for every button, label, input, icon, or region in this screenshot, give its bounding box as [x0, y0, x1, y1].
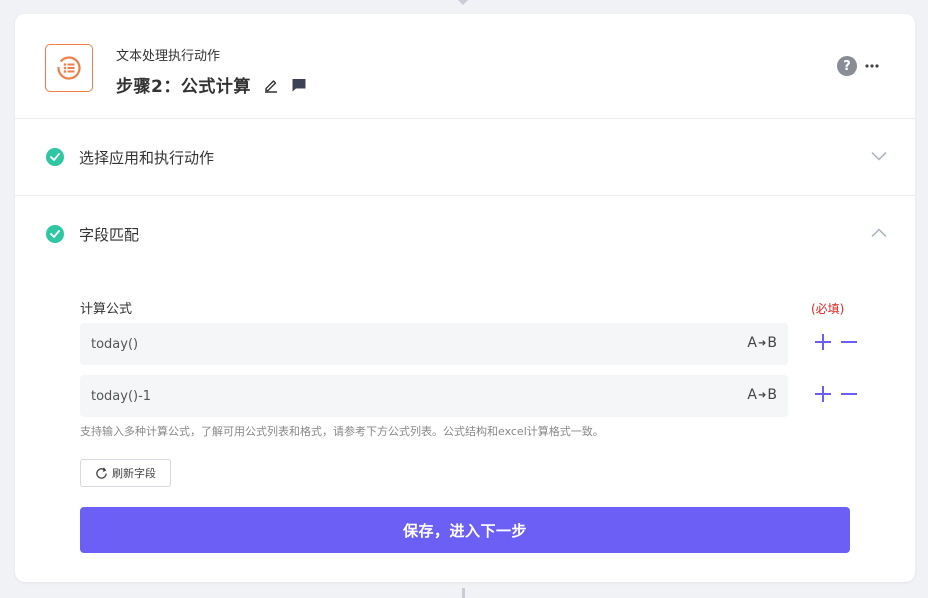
arrow-right-icon: ➜: [758, 389, 767, 401]
formula-field-label: 计算公式: [80, 302, 133, 317]
edit-pencil-icon[interactable]: [263, 77, 279, 93]
refresh-icon: [96, 466, 107, 479]
formula-row-actions: [813, 384, 865, 404]
save-next-step-button[interactable]: 保存，进入下一步: [80, 507, 850, 553]
arrow-right-icon: ➜: [758, 337, 767, 349]
remove-formula-button[interactable]: [839, 384, 859, 404]
more-options-icon[interactable]: [863, 56, 881, 76]
var-tag-a: A: [747, 387, 757, 403]
var-tag-b: B: [767, 335, 777, 351]
flow-connector-top-icon: [458, 0, 468, 5]
section-field-mapping[interactable]: 字段匹配: [15, 196, 915, 272]
check-circle-icon: [46, 148, 64, 166]
refresh-fields-button[interactable]: 刷新字段: [80, 459, 171, 487]
formula-input[interactable]: [80, 323, 720, 365]
variable-insert-button[interactable]: A ➜ B: [747, 335, 777, 351]
check-circle-icon: [46, 225, 64, 243]
add-formula-button[interactable]: [813, 332, 833, 352]
help-icon[interactable]: ?: [837, 56, 857, 76]
required-marker: (必填): [811, 302, 845, 316]
flow-connector-bottom: [462, 588, 465, 598]
section-label: 字段匹配: [79, 226, 140, 244]
step-card: 文本处理执行动作 步骤2：公式计算 ? 选择应用和执行动作 字段匹配 计算公式 …: [15, 14, 915, 582]
comment-icon[interactable]: [291, 77, 307, 93]
chevron-down-icon[interactable]: [871, 151, 887, 161]
var-tag-b: B: [767, 387, 777, 403]
formula-row: A ➜ B: [80, 375, 788, 417]
section-select-app-action[interactable]: 选择应用和执行动作: [15, 119, 915, 196]
var-tag-a: A: [747, 335, 757, 351]
refresh-fields-label: 刷新字段: [112, 467, 156, 480]
add-formula-button[interactable]: [813, 384, 833, 404]
remove-formula-button[interactable]: [839, 332, 859, 352]
step-header: 文本处理执行动作 步骤2：公式计算 ?: [15, 14, 915, 119]
step-title: 步骤2：公式计算: [116, 77, 251, 97]
variable-insert-button[interactable]: A ➜ B: [747, 387, 777, 403]
formula-input[interactable]: [80, 375, 720, 417]
step-app-subtitle: 文本处理执行动作: [116, 49, 221, 64]
formula-hint-text: 支持输入多种计算公式，了解可用公式列表和格式，请参考下方公式列表。公式结构和ex…: [80, 425, 604, 438]
chevron-up-icon[interactable]: [871, 228, 887, 238]
section-label: 选择应用和执行动作: [79, 149, 215, 167]
formula-row-actions: [813, 332, 865, 352]
text-processing-app-icon: [45, 44, 93, 92]
formula-row: A ➜ B: [80, 323, 788, 365]
step-title-row: 步骤2：公式计算: [116, 72, 307, 97]
